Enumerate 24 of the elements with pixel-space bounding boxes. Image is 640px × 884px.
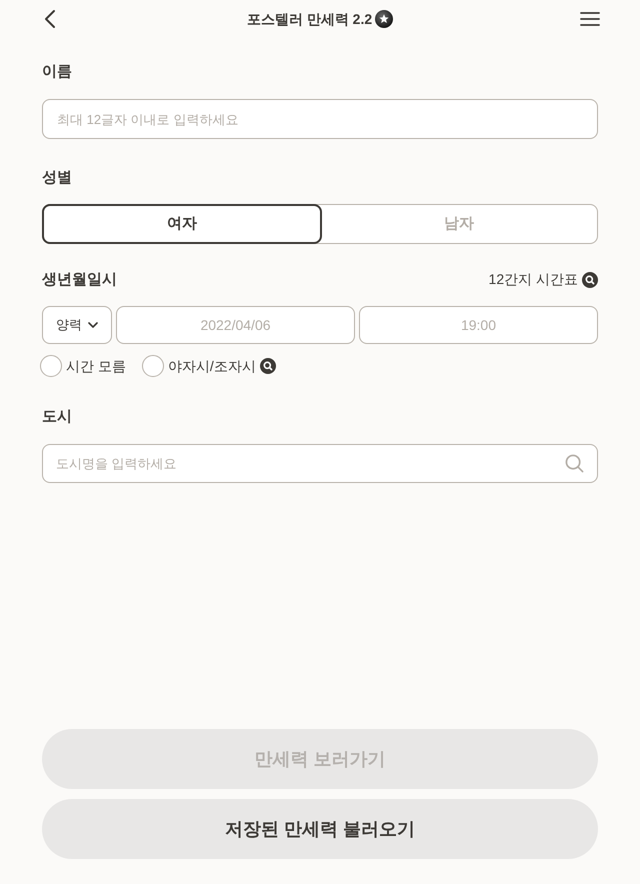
option-label: 시간 모름 (66, 356, 126, 376)
city-search-field[interactable]: 도시명을 입력하세요 (42, 444, 598, 483)
field-label: 생년월일시 (42, 270, 117, 290)
zodiac-time-table-link[interactable]: 12간지 시간표 (488, 269, 578, 290)
radio-button[interactable] (40, 355, 62, 377)
menu-icon (580, 11, 600, 27)
app-title: 포스텔러 만세력 2.2 (246, 10, 372, 28)
field-label: 도시 (42, 408, 72, 425)
gender-option[interactable]: 여자 (42, 204, 322, 244)
menu-button[interactable] (580, 9, 600, 29)
time-input-field[interactable]: 19:00 (359, 306, 598, 344)
search-icon[interactable] (582, 272, 598, 288)
name-input-field[interactable]: 최대 12글자 이내로 입력하세요 (42, 99, 598, 139)
action-button[interactable]: 저장된 만세력 불러오기 (42, 799, 598, 859)
field-label: 이름 (42, 63, 72, 80)
star-badge-icon (375, 10, 394, 28)
date-input-field[interactable]: 2022/04/06 (116, 306, 355, 344)
chevron-down-icon (88, 322, 98, 328)
radio-button[interactable] (142, 355, 164, 377)
search-icon[interactable] (260, 358, 276, 374)
option-label: 야자시/조자시 (168, 356, 256, 376)
calendar-type-select[interactable]: 양력 (42, 306, 112, 344)
back-chevron-icon (44, 9, 56, 29)
field-label: 성별 (42, 169, 72, 186)
